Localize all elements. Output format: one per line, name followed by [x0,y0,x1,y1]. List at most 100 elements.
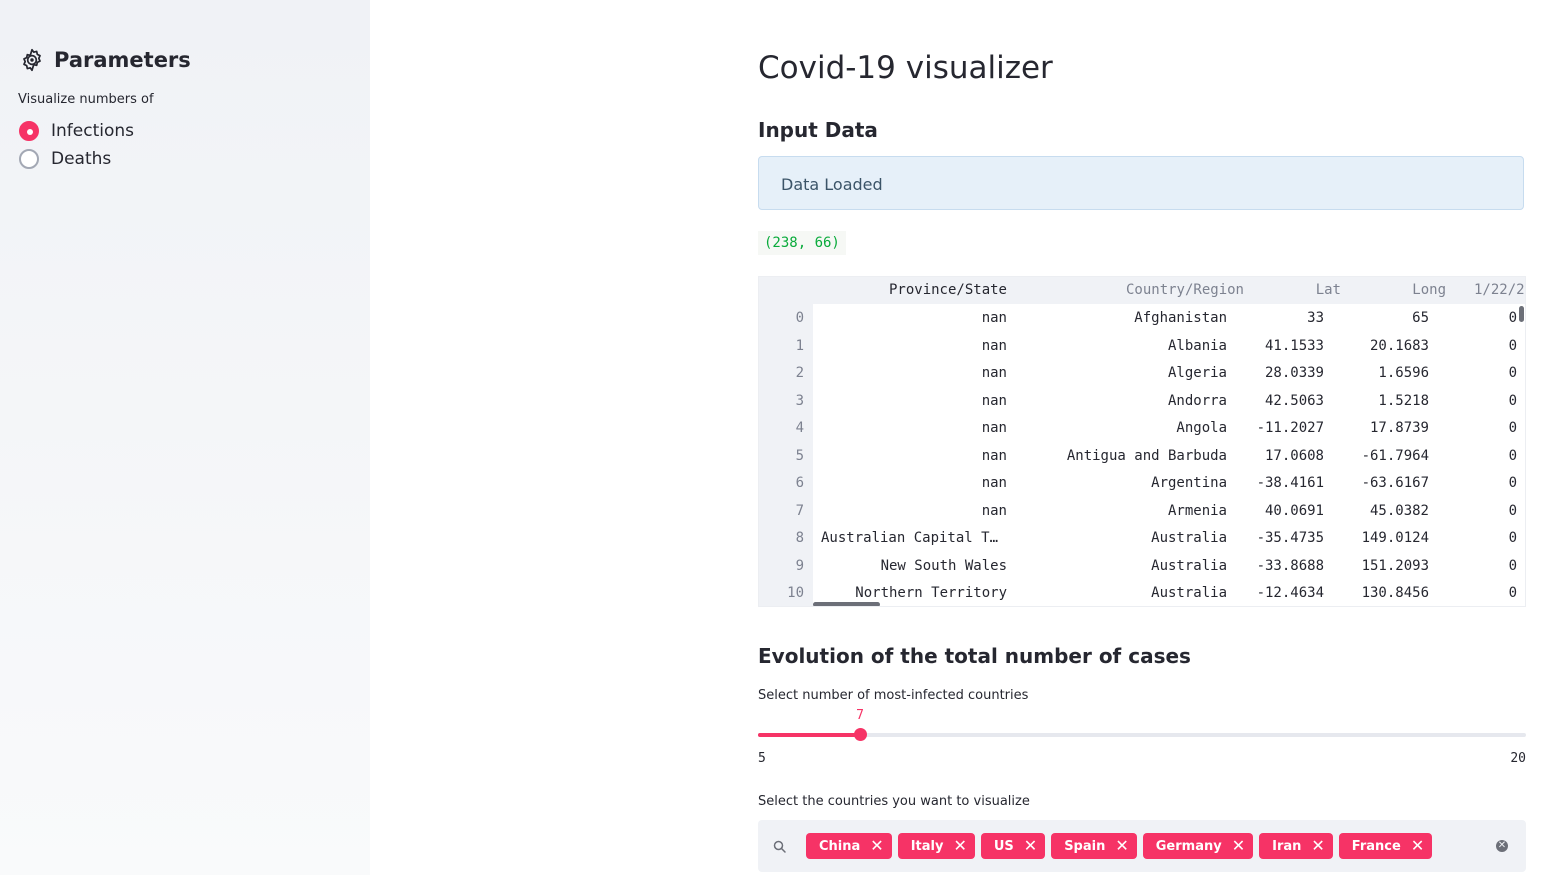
table-row[interactable]: 1 nan Albania 41.1533 20.1683 0 [759,333,1525,361]
table-row[interactable]: 9 New South Wales Australia -33.8688 151… [759,553,1525,581]
tag-us[interactable]: US ✕ [980,833,1046,859]
vertical-scrollbar[interactable] [1519,306,1524,322]
column-header[interactable]: Country/Region [1015,277,1244,304]
tag-label: Spain [1064,838,1106,854]
data-table[interactable]: Province/State Country/Region Lat Long 1… [758,276,1526,607]
column-header[interactable]: Lat [1246,277,1341,304]
gear-icon [23,48,41,72]
cell-date: 0 [1508,585,1517,601]
cell-country: Albania [1167,337,1227,354]
row-index: 10 [787,585,804,601]
table-row[interactable]: 7 nan Armenia 40.0691 45.0382 0 [759,498,1525,526]
tag-china[interactable]: China ✕ [806,833,892,859]
radio-option-deaths[interactable]: Deaths [19,149,111,169]
tag-spain[interactable]: Spain ✕ [1051,833,1137,859]
tag-italy[interactable]: Italy ✕ [897,833,975,859]
cell-date: 0 [1508,392,1517,409]
horizontal-scrollbar[interactable] [813,602,880,606]
radio-option-infections[interactable]: Infections [19,121,134,141]
slider-thumb[interactable] [854,728,867,741]
slider-max-label: 20 [1510,751,1526,766]
cell-long: -61.7964 [1361,447,1429,464]
cell-country: Angola [1176,420,1227,436]
close-icon[interactable]: ✕ [1411,838,1424,854]
tag-label: Germany [1155,838,1222,854]
table-row[interactable]: 4 nan Angola -11.2027 17.8739 0 [759,415,1525,443]
row-index: 8 [795,530,804,546]
info-alert-text: Data Loaded [781,175,883,194]
cell-country: Algeria [1167,365,1227,381]
close-icon[interactable]: ✕ [1232,838,1245,854]
clear-icon[interactable]: ✕ [1496,840,1508,852]
cell-lat: 41.1533 [1264,337,1324,354]
cell-country: Australia [1151,557,1227,574]
column-header[interactable]: Long [1351,277,1446,304]
table-row[interactable]: 0 nan Afghanistan 33 65 0 [759,305,1525,333]
cell-province: nan [981,337,1007,354]
cell-lat: -33.8688 [1256,557,1324,574]
cell-country: Argentina [1151,475,1227,491]
close-icon[interactable]: ✕ [1024,838,1037,854]
cell-long: 151.2093 [1361,557,1429,574]
tag-label: France [1351,838,1401,854]
tag-label: China [819,838,861,854]
radio-group-label: Visualize numbers of [18,92,154,107]
close-icon[interactable]: ✕ [1115,838,1128,854]
close-icon[interactable]: ✕ [870,838,883,854]
table-row[interactable]: 3 nan Andorra 42.5063 1.5218 0 [759,388,1525,416]
cell-date: 0 [1508,447,1517,464]
cell-province: nan [981,310,1007,326]
row-index: 4 [795,420,804,436]
row-index: 2 [795,365,804,381]
cell-lat: 28.0339 [1264,365,1324,381]
tag-label: US [993,838,1014,854]
slider-track[interactable] [758,728,1526,741]
table-row[interactable]: 6 nan Argentina -38.4161 -63.6167 0 [759,470,1525,498]
cell-date: 0 [1508,475,1517,491]
cell-lat: 42.5063 [1264,392,1324,409]
cell-date: 0 [1508,420,1517,436]
row-index: 1 [795,337,804,354]
tag-germany[interactable]: Germany ✕ [1142,833,1254,859]
row-index: 9 [795,557,804,574]
cell-province: nan [981,447,1007,464]
cell-lat: -12.4634 [1256,585,1324,601]
cell-long: -63.6167 [1361,475,1429,491]
cell-country: Afghanistan [1134,310,1227,326]
cell-date: 0 [1508,337,1517,354]
cell-lat: -35.4735 [1256,530,1324,546]
table-row[interactable]: 2 nan Algeria 28.0339 1.6596 0 [759,360,1525,388]
tag-france[interactable]: France ✕ [1338,833,1433,859]
cell-long: 1.6596 [1378,365,1429,381]
cell-province: nan [981,392,1007,409]
radio-button[interactable] [19,149,39,169]
cell-lat: 17.0608 [1264,447,1324,464]
row-index: 0 [795,310,804,326]
page-title: Covid-19 visualizer [758,50,1053,86]
column-header[interactable]: 1/22/2 [1474,277,1525,304]
radio-option-label: Deaths [51,149,112,169]
row-index: 5 [795,447,804,464]
close-icon[interactable]: ✕ [1311,838,1324,854]
tag-iran[interactable]: Iran ✕ [1259,833,1333,859]
country-multiselect[interactable]: China ✕ Italy ✕ US ✕ Spain ✕ Germany ✕ Iran ✕ … [758,820,1526,872]
cell-country: Andorra [1167,392,1227,409]
slider-label: Select number of most-infected countries [758,688,1029,703]
cell-province: New South Wales [880,557,1007,574]
section-evolution: Evolution of the total number of cases [758,644,1191,668]
table-row[interactable]: 8 Australian Capital T… Australia -35.47… [759,525,1525,553]
close-icon[interactable]: ✕ [953,838,966,854]
column-header[interactable]: Province/State [815,277,1007,304]
cell-province: Australian Capital T… [821,530,999,546]
sidebar-header: Parameters [19,47,191,73]
table-row[interactable]: 5 nan Antigua and Barbuda 17.0608 -61.79… [759,443,1525,471]
cell-date: 0 [1508,502,1517,519]
row-index: 7 [795,502,804,519]
cell-long: 65 [1412,310,1429,326]
cell-long: 130.8456 [1361,585,1429,601]
cell-long: 17.8739 [1369,420,1429,436]
cell-lat: -11.2027 [1256,420,1324,436]
cell-long: 20.1683 [1369,337,1429,354]
radio-button-checked[interactable] [19,121,39,141]
cell-province: nan [981,420,1007,436]
